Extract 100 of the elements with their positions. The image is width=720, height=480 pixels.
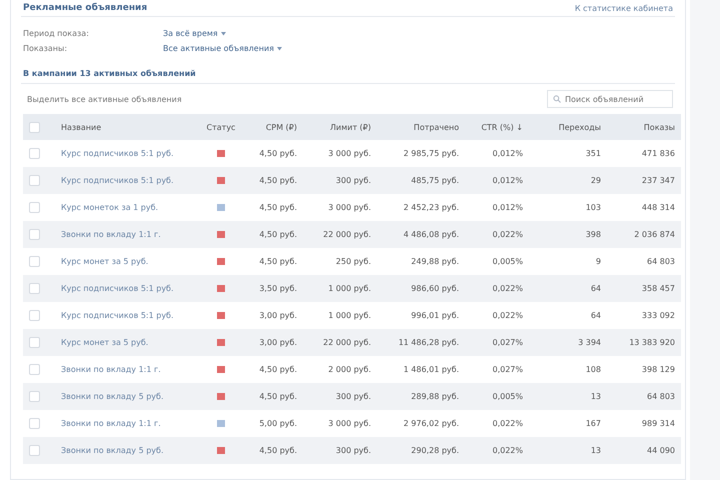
row-checkbox[interactable] — [29, 445, 40, 456]
column-header[interactable]: Потрачено — [377, 114, 465, 140]
row-checkbox[interactable] — [29, 310, 40, 321]
table-cell: 9 — [529, 248, 607, 275]
section-heading: В кампании 13 активных объявлений — [21, 69, 675, 84]
column-header[interactable]: Переходы — [529, 114, 607, 140]
row-checkbox[interactable] — [29, 337, 40, 348]
table-cell: 3 000 руб. — [303, 194, 377, 221]
ad-name-link[interactable]: Звонки по вкладу 1:1 г. — [61, 230, 161, 239]
row-checkbox[interactable] — [29, 202, 40, 213]
ad-name-link[interactable]: Курс монеток за 1 руб. — [61, 203, 158, 212]
column-header[interactable]: Статус — [199, 114, 243, 140]
table-cell: 29 — [529, 167, 607, 194]
table-cell: 1 000 руб. — [303, 302, 377, 329]
ad-name-link[interactable]: Курс подписчиков 5:1 руб. — [61, 149, 174, 158]
table-cell: 4,50 руб. — [243, 356, 303, 383]
table-cell: 0,012% — [465, 194, 529, 221]
table-cell: 300 руб. — [303, 437, 377, 464]
row-checkbox[interactable] — [29, 283, 40, 294]
table-cell: 3 000 руб. — [303, 410, 377, 437]
table-cell: 4,50 руб. — [243, 221, 303, 248]
search-field[interactable]: Поиск объявлений — [547, 90, 673, 108]
ad-name-link[interactable]: Курс монет за 5 руб. — [61, 257, 148, 266]
table-cell: 300 руб. — [303, 383, 377, 410]
table-cell: 398 129 — [607, 356, 681, 383]
column-header[interactable]: Лимит (₽) — [303, 114, 377, 140]
table-cell: 1 000 руб. — [303, 275, 377, 302]
table-cell: 237 347 — [607, 167, 681, 194]
table-cell: 13 383 920 — [607, 329, 681, 356]
ad-name-link[interactable]: Курс монет за 5 руб. — [61, 338, 148, 347]
table-cell: 333 092 — [607, 302, 681, 329]
table-cell: 3 394 — [529, 329, 607, 356]
column-header[interactable]: CPM (₽) — [243, 114, 303, 140]
caret-icon — [220, 32, 226, 36]
row-checkbox[interactable] — [29, 391, 40, 402]
table-cell: 2 985,75 руб. — [377, 140, 465, 167]
row-checkbox[interactable] — [29, 256, 40, 267]
table-cell: 13 — [529, 383, 607, 410]
table-cell: 64 — [529, 302, 607, 329]
table-cell: 996,01 руб. — [377, 302, 465, 329]
table-cell: 4,50 руб. — [243, 167, 303, 194]
table-cell: 22 000 руб. — [303, 221, 377, 248]
select-all-checkbox[interactable] — [29, 122, 40, 132]
table-cell: 2 036 874 — [607, 221, 681, 248]
table-cell: 471 836 — [607, 140, 681, 167]
table-cell: 11 486,28 руб. — [377, 329, 465, 356]
table-cell: 290,28 руб. — [377, 437, 465, 464]
table-cell: 5,00 руб. — [243, 410, 303, 437]
filter-dropdown[interactable]: За всё время — [163, 29, 226, 38]
column-header[interactable]: Название — [55, 114, 199, 140]
table-cell: 3,50 руб. — [243, 275, 303, 302]
ad-name-link[interactable]: Звонки по вкладу 1:1 г. — [61, 419, 161, 428]
table-cell: 44 090 — [607, 437, 681, 464]
select-all-link[interactable]: Выделить все активные объявления — [23, 94, 182, 104]
table-cell: 0,012% — [465, 140, 529, 167]
table-cell: 4,50 руб. — [243, 194, 303, 221]
row-checkbox[interactable] — [29, 364, 40, 375]
table-cell: 3 000 руб. — [303, 140, 377, 167]
table-cell: 4 486,08 руб. — [377, 221, 465, 248]
filter-label: Показаны: — [23, 44, 68, 53]
ad-name-link[interactable]: Курс подписчиков 5:1 руб. — [61, 311, 174, 320]
table-cell: 2 452,23 руб. — [377, 194, 465, 221]
row-checkbox[interactable] — [29, 148, 40, 159]
filter-label: Период показа: — [23, 29, 90, 38]
table-cell: 0,027% — [465, 329, 529, 356]
row-checkbox[interactable] — [29, 418, 40, 429]
page-title: Рекламные объявления — [23, 3, 148, 13]
table-cell: 989 314 — [607, 410, 681, 437]
table-cell: 64 803 — [607, 383, 681, 410]
table-cell: 4,50 руб. — [243, 437, 303, 464]
filter-dropdown[interactable]: Все активные объявления — [163, 44, 282, 53]
statistics-link[interactable]: К статистике кабинета — [574, 4, 673, 12]
table-cell: 485,75 руб. — [377, 167, 465, 194]
table-cell: 64 — [529, 275, 607, 302]
row-checkbox[interactable] — [29, 229, 40, 240]
table-cell: 22 000 руб. — [303, 329, 377, 356]
ad-name-link[interactable]: Курс подписчиков 5:1 руб. — [61, 284, 174, 293]
table-cell: 398 — [529, 221, 607, 248]
table-cell: 448 314 — [607, 194, 681, 221]
search-input[interactable]: Поиск объявлений — [565, 94, 665, 104]
row-checkbox[interactable] — [29, 175, 40, 186]
search-icon — [553, 95, 561, 103]
ad-name-link[interactable]: Курс подписчиков 5:1 руб. — [61, 176, 174, 185]
table-cell: 351 — [529, 140, 607, 167]
table-cell: 0,005% — [465, 383, 529, 410]
table-cell: 0,005% — [465, 248, 529, 275]
ad-name-link[interactable]: Звонки по вкладу 1:1 г. — [61, 365, 161, 374]
column-header[interactable]: Показы — [607, 114, 681, 140]
table-cell: 986,60 руб. — [377, 275, 465, 302]
ad-name-link[interactable]: Звонки по вкладу 5 руб. — [61, 446, 164, 455]
column-header[interactable]: CTR (%) ↓ — [465, 114, 529, 140]
table-cell: 249,88 руб. — [377, 248, 465, 275]
ad-name-link[interactable]: Звонки по вкладу 5 руб. — [61, 392, 164, 401]
table-cell: 13 — [529, 437, 607, 464]
table-cell: 1 486,01 руб. — [377, 356, 465, 383]
table-cell: 4,50 руб. — [243, 383, 303, 410]
table-cell: 108 — [529, 356, 607, 383]
table-cell: 358 457 — [607, 275, 681, 302]
table-cell: 0,022% — [465, 437, 529, 464]
table-cell: 2 000 руб. — [303, 356, 377, 383]
